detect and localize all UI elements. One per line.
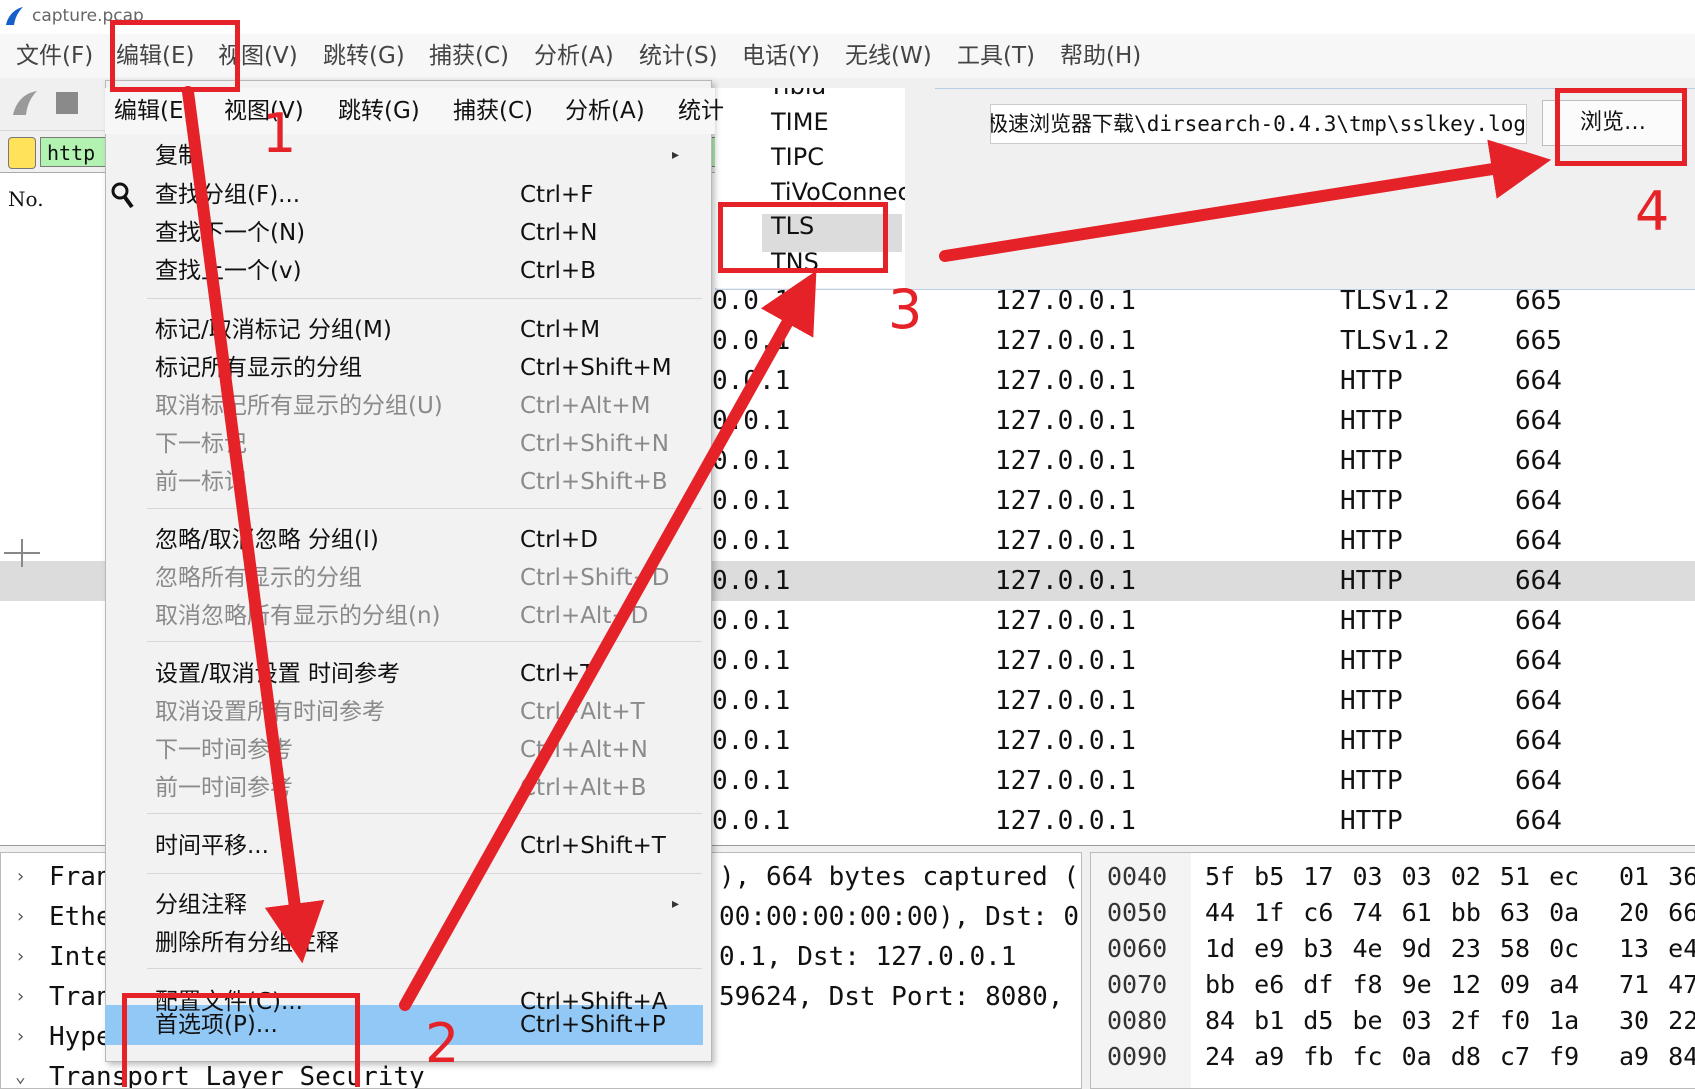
arrow-step3-to-step4: [939, 139, 1552, 262]
arrow-step1-to-step2: [182, 86, 325, 964]
annotation-arrows: [182, 86, 1552, 1011]
arrow-step2-to-step3: [399, 270, 817, 1011]
